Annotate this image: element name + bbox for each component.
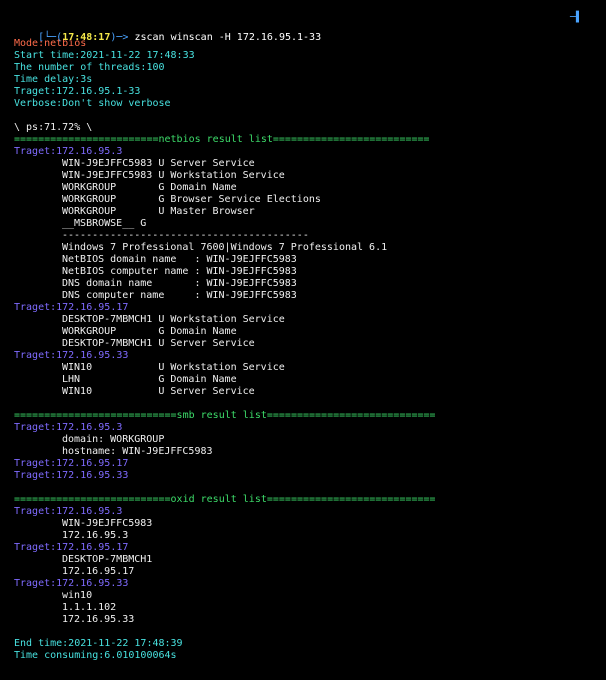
netbios-target-line: Traget:172.16.95.3 xyxy=(14,146,123,157)
netbios-result-line: NetBIOS computer name : WIN-J9EJFFC5983 xyxy=(62,266,297,277)
oxid-target-line: Traget:172.16.95.3 xyxy=(14,506,123,517)
oxid-result-line: 172.16.95.33 xyxy=(62,614,135,625)
oxid-result-line: WIN-J9EJFFC5983 xyxy=(62,518,153,529)
netbios-result-line: DESKTOP-7MBMCH1 U Server Service xyxy=(62,338,255,349)
netbios-header: ========================netbios result l… xyxy=(14,134,430,145)
netbios-result-line: WIN10 U Workstation Service xyxy=(62,362,285,373)
start-time-line: Start time:2021-11-22 17:48:33 xyxy=(14,50,195,61)
netbios-result-line: DNS domain name : WIN-J9EJFFC5983 xyxy=(62,278,297,289)
netbios-result-line: WORKGROUP U Master Browser xyxy=(62,206,255,217)
oxid-section: ==========================oxid result li… xyxy=(14,494,592,626)
netbios-result-line: DESKTOP-7MBMCH1 U Workstation Service xyxy=(62,314,285,325)
netbios-result-line: ----------------------------------------… xyxy=(62,230,309,241)
oxid-result-line: 172.16.95.17 xyxy=(62,566,135,577)
config-block: Mode:netbios Start time:2021-11-22 17:48… xyxy=(14,38,592,110)
time-consuming-line: Time consuming:6.010100064s xyxy=(14,650,177,661)
oxid-header: ==========================oxid result li… xyxy=(14,494,436,505)
terminal-window[interactable]: [└─(17:48:17)─> zscan winscan -H 172.16.… xyxy=(0,0,606,680)
oxid-result-line: DESKTOP-7MBMCH1 xyxy=(62,554,153,565)
netbios-result-line: WIN-J9EJFFC5983 U Workstation Service xyxy=(62,170,285,181)
netbios-result-line: WORKGROUP G Domain Name xyxy=(62,182,237,193)
smb-target-line: Traget:172.16.95.3 xyxy=(14,422,123,433)
oxid-result-line: 1.1.1.102 xyxy=(62,602,117,613)
netbios-result-line: __MSBROWSE__ G xyxy=(62,218,147,229)
progress-line: \ ps:71.72% \ xyxy=(14,122,93,133)
smb-result-line: domain: WORKGROUP xyxy=(62,434,165,445)
end-time-line: End time:2021-11-22 17:48:39 xyxy=(14,638,183,649)
smb-result-line: hostname: WIN-J9EJFFC5983 xyxy=(62,446,213,457)
oxid-target-line: Traget:172.16.95.17 xyxy=(14,542,129,553)
command-text: zscan winscan -H 172.16.95.1-33 xyxy=(134,32,322,43)
netbios-result-line: DNS computer name : WIN-J9EJFFC5983 xyxy=(62,290,297,301)
verbose-line: Verbose:Don't show verbose xyxy=(14,98,171,109)
smb-header: ===========================smb result li… xyxy=(14,410,436,421)
smb-target-line: Traget:172.16.95.17 xyxy=(14,458,129,469)
oxid-result-line: win10 xyxy=(62,590,93,601)
netbios-target-line: Traget:172.16.95.17 xyxy=(14,302,129,313)
netbios-target-line: Traget:172.16.95.33 xyxy=(14,350,129,361)
shell-prompt: [└─(17:48:17)─> zscan winscan -H 172.16.… xyxy=(14,8,592,43)
target-line: Traget:172.16.95.1-33 xyxy=(14,86,141,97)
netbios-result-line: Windows 7 Professional 7600|Windows 7 Pr… xyxy=(62,242,388,253)
netbios-result-line: WORKGROUP G Domain Name xyxy=(62,326,237,337)
smb-section: ===========================smb result li… xyxy=(14,410,592,482)
prompt-corner: [└─( xyxy=(38,32,63,43)
cursor-icon: ─▌ xyxy=(569,12,582,23)
oxid-target-line: Traget:172.16.95.33 xyxy=(14,578,129,589)
smb-target-line: Traget:172.16.95.33 xyxy=(14,470,129,481)
netbios-result-line: NetBIOS domain name : WIN-J9EJFFC5983 xyxy=(62,254,297,265)
netbios-result-line: WIN-J9EJFFC5983 U Server Service xyxy=(62,158,255,169)
netbios-result-line: LHN G Domain Name xyxy=(62,374,237,385)
prompt-time: 17:48:17 xyxy=(62,32,111,43)
prompt-arrow: )─> xyxy=(110,32,135,43)
netbios-section: ========================netbios result l… xyxy=(14,134,592,398)
oxid-result-line: 172.16.95.3 xyxy=(62,530,129,541)
netbios-result-line: WORKGROUP G Browser Service Elections xyxy=(62,194,321,205)
netbios-result-line: WIN10 U Server Service xyxy=(62,386,255,397)
delay-line: Time delay:3s xyxy=(14,74,93,85)
threads-line: The number of threads:100 xyxy=(14,62,165,73)
